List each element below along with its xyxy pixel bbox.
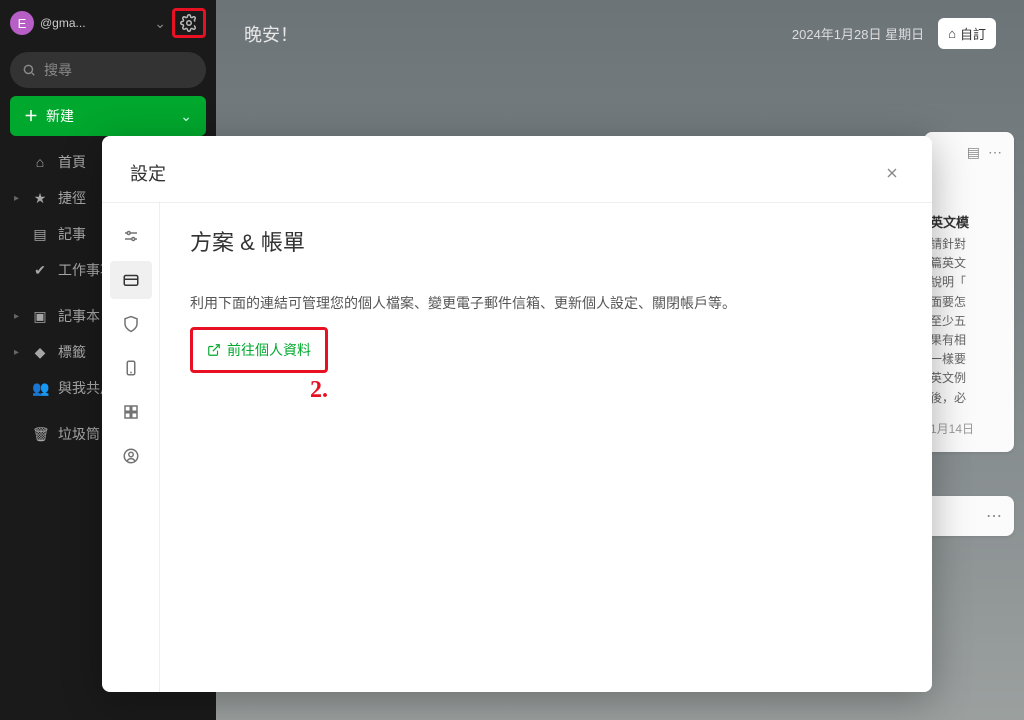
go-to-profile-link[interactable]: 前往個人資料: [193, 330, 325, 370]
plus-icon: ＋: [24, 106, 38, 126]
trash-icon: 🗑: [32, 426, 48, 443]
chevron-down-icon: ⌄: [154, 15, 166, 32]
more-icon[interactable]: ⋯: [986, 506, 1002, 526]
grid-icon: [122, 403, 140, 421]
tag-icon: ◆: [32, 344, 48, 361]
note-card[interactable]: ▤ ⋯ 英文模 請針對篇英文說明「面要怎至少五果有相一樣要英文例後，必 1月14…: [924, 132, 1014, 452]
new-button[interactable]: ＋ 新建 ⌄: [10, 96, 206, 136]
home-icon: ⌂: [948, 26, 956, 41]
note-date: 1月14日: [930, 420, 1008, 437]
caret-icon: ▸: [14, 347, 22, 358]
note-add-icon[interactable]: ▤: [967, 144, 980, 161]
annotation-2: 2.: [310, 377, 1022, 404]
date-display: 2024年1月28日 星期日: [792, 24, 924, 43]
check-circle-icon: ✔: [32, 262, 48, 279]
gear-icon: [180, 14, 198, 32]
device-icon: [122, 359, 140, 377]
avatar: E: [10, 11, 34, 35]
more-icon[interactable]: ⋯: [988, 144, 1002, 161]
modal-title: 設定: [130, 160, 166, 186]
widget-card[interactable]: ⋯: [924, 496, 1014, 536]
close-button[interactable]: [880, 161, 904, 185]
chevron-down-icon: ⌄: [180, 108, 192, 125]
search-placeholder: 搜尋: [44, 60, 72, 80]
search-input[interactable]: 搜尋: [10, 52, 206, 88]
customize-button[interactable]: ⌂ 自訂: [938, 18, 996, 49]
greeting: 晚安！: [244, 21, 298, 47]
shield-icon: [122, 315, 140, 333]
external-link-icon: [207, 343, 221, 357]
tab-apps[interactable]: [110, 393, 152, 431]
tab-security[interactable]: [110, 305, 152, 343]
notebook-icon: ▣: [32, 308, 48, 325]
close-icon: [884, 165, 900, 181]
account-row[interactable]: E @gma... ⌄: [0, 0, 216, 46]
tab-billing[interactable]: [110, 261, 152, 299]
section-description: 利用下面的連結可管理您的個人檔案、變更電子郵件信箱、更新個人設定、關閉帳戶等。: [190, 293, 902, 313]
settings-tabs: [102, 203, 160, 692]
home-icon: ⌂: [32, 154, 48, 170]
caret-icon: ▸: [14, 311, 22, 322]
tab-preferences[interactable]: [110, 217, 152, 255]
people-icon: 👥: [32, 380, 48, 397]
tab-devices[interactable]: [110, 349, 152, 387]
account-email: @gma...: [40, 16, 148, 30]
note-icon: ▤: [32, 226, 48, 243]
new-label: 新建: [46, 106, 74, 126]
caret-icon: ▸: [14, 193, 22, 204]
tab-profile[interactable]: [110, 437, 152, 475]
section-title: 方案 & 帳單: [190, 225, 902, 257]
annotation-box-2: 前往個人資料: [190, 327, 328, 373]
settings-button[interactable]: [172, 8, 206, 38]
settings-content: 方案 & 帳單 利用下面的連結可管理您的個人檔案、變更電子郵件信箱、更新個人設定…: [160, 203, 932, 692]
user-icon: [122, 447, 140, 465]
card-icon: [122, 271, 140, 289]
top-bar: 晚安！ 2024年1月28日 星期日 ⌂ 自訂: [216, 0, 1024, 67]
note-title: 英文模: [930, 212, 1008, 231]
settings-modal: 設定 方案 & 帳單 利用下面的連結可管理您的個人檔案、變更電子郵件信箱、更新個…: [102, 136, 932, 692]
search-icon: [22, 63, 36, 77]
sliders-icon: [122, 227, 140, 245]
star-icon: ★: [32, 190, 48, 207]
